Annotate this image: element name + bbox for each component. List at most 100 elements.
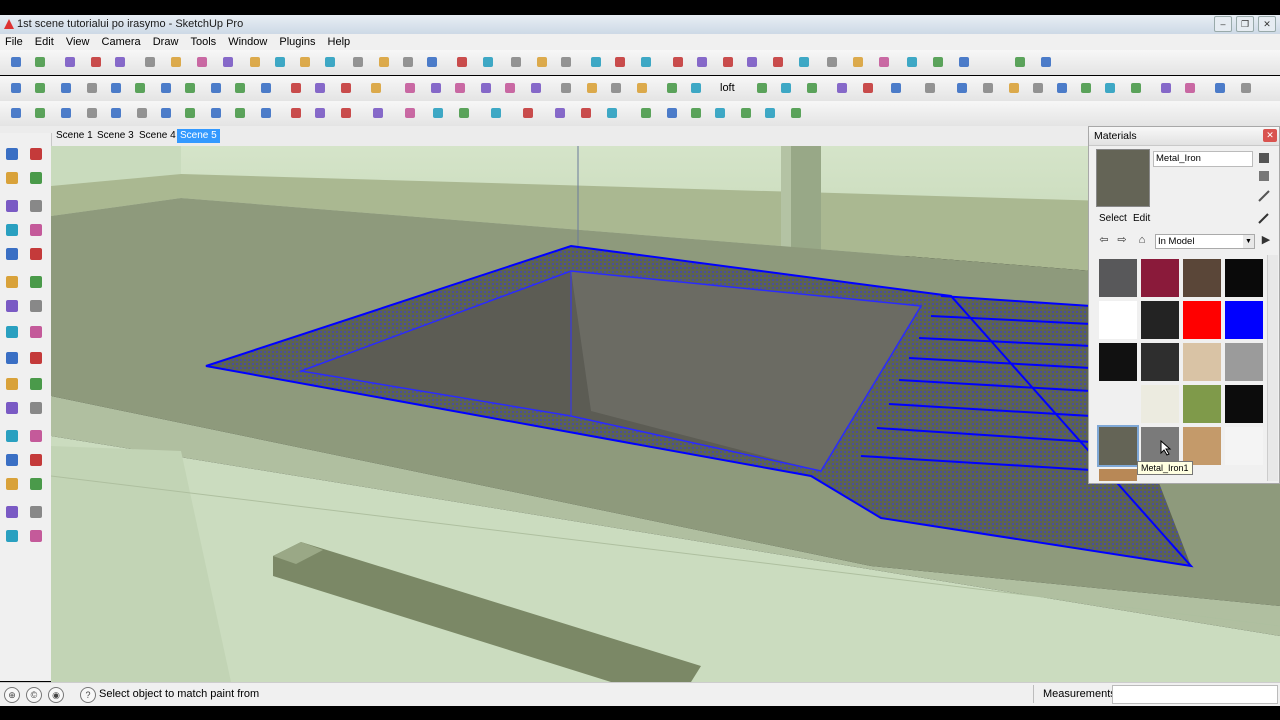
toolbar-tool-icon[interactable] (953, 79, 971, 97)
toolbar-tool-icon[interactable] (711, 104, 729, 122)
menu-view[interactable]: View (61, 34, 94, 50)
toolbar-tool-icon[interactable] (777, 79, 795, 97)
menu-help[interactable]: Help (323, 34, 355, 50)
toolbar-tool-icon[interactable] (399, 53, 417, 71)
credits-icon[interactable]: © (26, 687, 42, 703)
tool-palette-icon[interactable] (3, 221, 21, 239)
toolbar-tool-icon[interactable] (663, 79, 681, 97)
close-window-button[interactable]: ✕ (1258, 16, 1276, 32)
menu-file[interactable]: File (0, 34, 27, 50)
menu-tools[interactable]: Tools (185, 34, 220, 50)
material-swatch[interactable] (1183, 343, 1221, 381)
toolbar-tool-icon[interactable] (887, 79, 905, 97)
toolbar-tool-icon[interactable] (61, 53, 79, 71)
material-swatch[interactable] (1183, 301, 1221, 339)
toolbar-tool-icon[interactable] (375, 53, 393, 71)
toolbar-tool-icon[interactable] (479, 53, 497, 71)
toolbar-tool-icon[interactable] (207, 79, 225, 97)
tab-edit[interactable]: Edit (1133, 213, 1150, 224)
material-swatch[interactable] (1141, 385, 1179, 423)
toolbar-tool-icon[interactable] (7, 53, 25, 71)
toolbar-tool-icon[interactable] (687, 79, 705, 97)
toolbar-tool-icon[interactable] (7, 79, 25, 97)
toolbar-tool-icon[interactable] (231, 79, 249, 97)
toolbar-tool-icon[interactable] (1037, 53, 1055, 71)
back-arrow-icon[interactable]: ⇦ (1097, 233, 1111, 247)
tab-scene-3[interactable]: Scene 3 (94, 129, 137, 143)
toolbar-tool-icon[interactable] (287, 79, 305, 97)
toolbar-tool-icon[interactable] (875, 53, 893, 71)
toolbar-tool-icon[interactable] (737, 104, 755, 122)
toolbar-tool-icon[interactable] (157, 104, 175, 122)
forward-arrow-icon[interactable]: ⇨ (1115, 233, 1129, 247)
geo-location-icon[interactable]: ⊕ (4, 687, 20, 703)
tool-palette-icon[interactable] (3, 399, 21, 417)
tool-palette-icon[interactable] (27, 323, 45, 341)
toolbar-tool-icon[interactable] (849, 53, 867, 71)
toolbar-tool-icon[interactable] (607, 79, 625, 97)
tool-palette-icon[interactable] (3, 169, 21, 187)
toolbar-tool-icon[interactable] (769, 53, 787, 71)
toolbar-tool-icon[interactable] (1029, 79, 1047, 97)
eyedropper-icon[interactable] (1257, 211, 1271, 225)
user-icon[interactable]: ◉ (48, 687, 64, 703)
toolbar-tool-icon[interactable] (527, 79, 545, 97)
material-swatch[interactable] (1183, 385, 1221, 423)
toolbar-tool-icon[interactable] (693, 53, 711, 71)
toolbar-tool-icon[interactable] (107, 79, 125, 97)
toolbar-tool-icon[interactable] (633, 79, 651, 97)
tab-select[interactable]: Select (1099, 213, 1127, 224)
toolbar-tool-icon[interactable] (753, 79, 771, 97)
toolbar-tool-icon[interactable] (1101, 79, 1119, 97)
materials-panel-titlebar[interactable]: Materials ✕ (1089, 127, 1279, 146)
material-swatch[interactable] (1225, 259, 1263, 297)
details-arrow-icon[interactable]: ▶ (1259, 233, 1273, 247)
toolbar-tool-icon[interactable] (637, 104, 655, 122)
material-swatch[interactable] (1099, 343, 1137, 381)
toolbar-tool-icon[interactable] (823, 53, 841, 71)
toolbar-tool-icon[interactable] (453, 53, 471, 71)
toolbar-tool-icon[interactable] (57, 104, 75, 122)
material-swatch[interactable] (1183, 259, 1221, 297)
toolbar-tool-icon[interactable] (795, 53, 813, 71)
tool-palette-icon[interactable] (3, 451, 21, 469)
measurements-input[interactable] (1112, 685, 1278, 704)
toolbar-tool-icon[interactable] (455, 104, 473, 122)
toolbar-tool-icon[interactable] (587, 53, 605, 71)
material-swatch[interactable] (1225, 343, 1263, 381)
toolbar-tool-icon[interactable] (1005, 79, 1023, 97)
toolbar-tool-icon[interactable] (207, 104, 225, 122)
tool-palette-icon[interactable] (27, 145, 45, 163)
material-swatch[interactable] (1099, 259, 1137, 297)
close-icon[interactable]: ✕ (1263, 129, 1277, 142)
toolbar-tool-icon[interactable] (761, 104, 779, 122)
toolbar-tool-icon[interactable] (519, 104, 537, 122)
tab-scene-4[interactable]: Scene 4 (136, 129, 179, 143)
tool-palette-icon[interactable] (27, 451, 45, 469)
tool-palette-icon[interactable] (3, 349, 21, 367)
tool-palette-icon[interactable] (27, 503, 45, 521)
toolbar-tool-icon[interactable] (83, 79, 101, 97)
toolbar-tool-icon[interactable] (583, 79, 601, 97)
tool-palette-icon[interactable] (3, 323, 21, 341)
material-swatch[interactable] (1225, 385, 1263, 423)
menu-camera[interactable]: Camera (97, 34, 145, 50)
toolbar-tool-icon[interactable] (167, 53, 185, 71)
tool-palette-icon[interactable] (3, 527, 21, 545)
toolbar-tool-icon[interactable] (1181, 79, 1199, 97)
tool-palette-icon[interactable] (27, 399, 45, 417)
toolbar-tool-icon[interactable] (859, 79, 877, 97)
material-swatch[interactable] (1099, 385, 1137, 423)
toolbar-tool-icon[interactable] (31, 79, 49, 97)
toolbar-tool-icon[interactable] (193, 53, 211, 71)
toolbar-tool-icon[interactable] (31, 104, 49, 122)
toolbar-tool-icon[interactable] (401, 79, 419, 97)
material-swatch[interactable] (1141, 343, 1179, 381)
instructor-help-icon[interactable]: ? (80, 687, 96, 703)
toolbar-tool-icon[interactable] (321, 53, 339, 71)
toolbar-tool-icon[interactable] (83, 104, 101, 122)
tool-palette-icon[interactable] (3, 427, 21, 445)
tool-palette-icon[interactable] (27, 475, 45, 493)
tool-palette-icon[interactable] (27, 349, 45, 367)
toolbar-tool-icon[interactable] (979, 79, 997, 97)
